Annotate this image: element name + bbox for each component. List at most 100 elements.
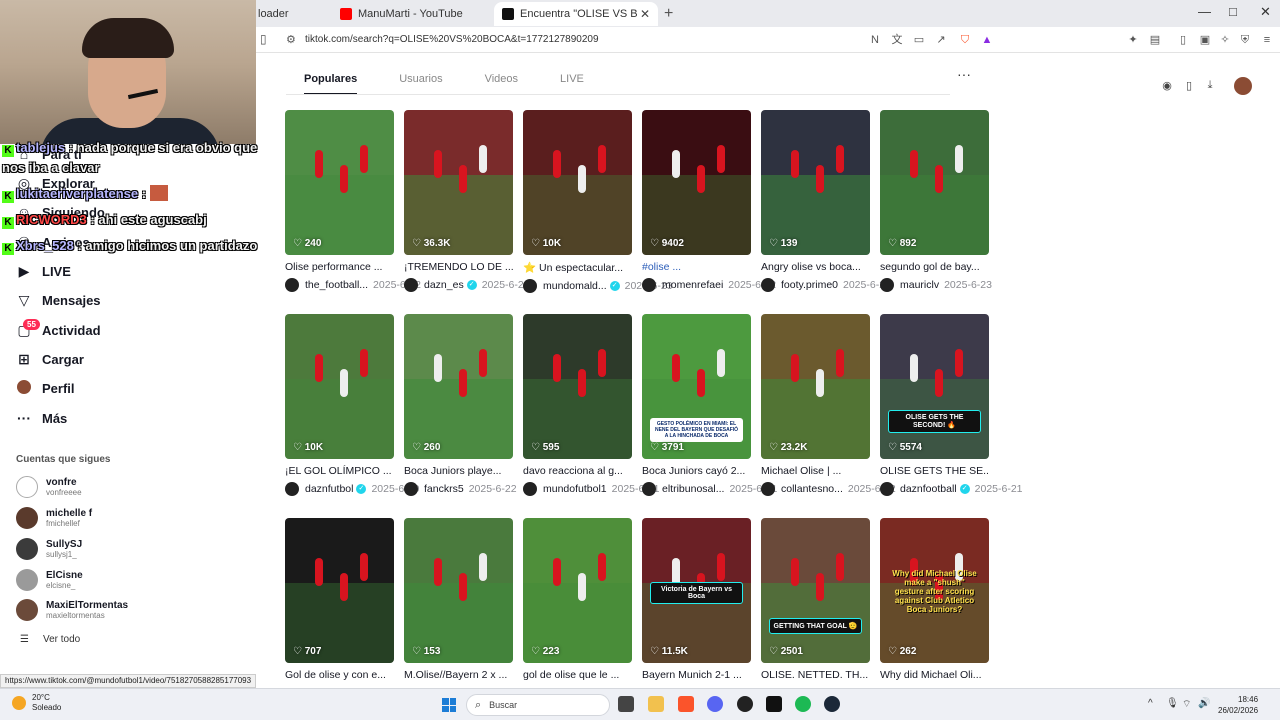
leo-ai-icon[interactable]: ✧ xyxy=(1218,33,1232,47)
user-avatar[interactable] xyxy=(1234,77,1252,95)
tab-populares[interactable]: Populares xyxy=(304,73,358,95)
video-description[interactable]: OLISE GETS THE SE... xyxy=(880,465,989,477)
cast-icon[interactable]: ▭ xyxy=(912,33,926,47)
browser-tab-tiktok[interactable]: Encuentra "OLISE VS BOCA" en T ✕ xyxy=(494,2,658,26)
video-card[interactable]: Why did Michael Olise make a "shush" ges… xyxy=(880,518,989,681)
video-description[interactable]: Angry olise vs boca... xyxy=(761,261,870,273)
volume-icon[interactable]: 🔊 xyxy=(1198,698,1210,709)
more-options-icon[interactable]: ··· xyxy=(957,66,971,82)
video-description[interactable]: OLISE. NETTED. TH... xyxy=(761,669,870,681)
video-card[interactable]: ♡ 892 segundo gol de bay... mauriclv 2025-6… xyxy=(880,110,992,292)
close-window-button[interactable]: ✕ xyxy=(1260,4,1271,20)
coins-icon[interactable]: ◉ xyxy=(1160,79,1174,93)
followed-account[interactable]: vonfre vonfreeee xyxy=(16,476,82,498)
video-thumbnail[interactable]: ♡ 707 xyxy=(285,518,394,663)
video-card[interactable]: ♡ 10K⭐ Un espectacular...mundomald...✓20… xyxy=(523,110,673,293)
video-card[interactable]: Victoria de Bayern vs Boca ♡ 11.5K Bayern … xyxy=(642,518,751,681)
video-description[interactable]: segundo gol de bay... xyxy=(880,261,989,273)
video-description[interactable]: Gol de olise y con e... xyxy=(285,669,394,681)
see-all-following[interactable]: ☰ Ver todo xyxy=(20,634,80,645)
video-thumbnail[interactable]: GETTING THAT GOAL 🫡 ♡ 2501 xyxy=(761,518,870,663)
weather-widget[interactable]: 20°C Soleado xyxy=(12,693,61,713)
tray-chevron-icon[interactable]: ^ xyxy=(1148,698,1153,709)
video-description[interactable]: gol de olise que le ... xyxy=(523,669,632,681)
video-card[interactable]: ♡ 240 Olise performance ... the_football..… xyxy=(285,110,421,292)
video-description[interactable]: Boca Juniors playe... xyxy=(404,465,513,477)
video-thumbnail[interactable]: ♡ 240 xyxy=(285,110,394,255)
video-card[interactable]: GESTO POLÉMICO EN MIAMI: EL NENE DEL BAY… xyxy=(642,314,777,496)
followed-account[interactable]: SullySJ sullysj1_ xyxy=(16,538,82,560)
video-card[interactable]: OLISE GETS THE SECOND! 🔥 ♡ 5574 OLISE GETS… xyxy=(880,314,1023,496)
video-thumbnail[interactable]: ♡ 9402 xyxy=(642,110,751,255)
tab-live[interactable]: LIVE xyxy=(560,73,584,95)
video-thumbnail[interactable]: ♡ 595 xyxy=(523,314,632,459)
video-description[interactable]: Olise performance ... xyxy=(285,261,394,273)
browser-tab[interactable]: loader xyxy=(250,2,330,26)
wallet-icon[interactable]: ▣ xyxy=(1198,33,1212,47)
video-card[interactable]: ♡ 10K ¡EL GOL OLÍMPICO ... daznfutbol ✓ 2025… xyxy=(285,314,419,496)
video-thumbnail[interactable]: GESTO POLÉMICO EN MIAMI: EL NENE DEL BAY… xyxy=(642,314,751,459)
video-card[interactable]: ♡ 139 Angry olise vs boca... footy.prime0 2… xyxy=(761,110,891,292)
spotify-icon[interactable] xyxy=(795,696,811,712)
sidebar-item-cargar[interactable]: ⊞ Cargar xyxy=(16,348,84,370)
video-card[interactable]: ♡ 23.2K Michael Olise | ... collantesno...… xyxy=(761,314,896,496)
tiktok-app-icon[interactable] xyxy=(766,696,782,712)
vpn-icon[interactable]: ⛨ xyxy=(1238,33,1252,47)
brave-shield-icon[interactable]: ⛉ xyxy=(958,33,972,47)
video-description[interactable]: davo reacciona al g... xyxy=(523,465,632,477)
share-icon[interactable]: ↗ xyxy=(934,33,948,47)
task-view-icon[interactable] xyxy=(618,696,634,712)
microphone-icon[interactable]: 🎙 xyxy=(1166,698,1179,709)
video-description[interactable]: ¡TREMENDO LO DE ... xyxy=(404,261,513,273)
url-field[interactable]: tiktok.com/search?q=OLISE%20VS%20BOCA&t=… xyxy=(305,34,599,45)
video-thumbnail[interactable]: Victoria de Bayern vs Boca ♡ 11.5K xyxy=(642,518,751,663)
wifi-icon[interactable]: ⌔ xyxy=(1182,698,1191,711)
video-description[interactable]: ⭐ Un espectacular... xyxy=(523,261,632,274)
brave-browser-icon[interactable] xyxy=(678,696,694,712)
sidebar-item-mensajes[interactable]: ▽ Mensajes xyxy=(16,289,101,311)
video-thumbnail[interactable]: ♡ 23.2K xyxy=(761,314,870,459)
bookmark-icon[interactable]: ▯ xyxy=(260,32,267,46)
maximize-button[interactable]: □ xyxy=(1229,4,1237,19)
windows-start-icon[interactable] xyxy=(442,698,456,712)
video-thumbnail[interactable]: ♡ 153 xyxy=(404,518,513,663)
obs-icon[interactable] xyxy=(737,696,753,712)
taskbar-search[interactable]: ⌕ Buscar xyxy=(466,694,610,716)
video-card[interactable]: ♡ 153 M.Olise//Bayern 2 x ... xyxy=(404,518,513,681)
browser-tab-youtube[interactable]: ManuMarti - YouTube xyxy=(332,2,492,26)
discord-icon[interactable] xyxy=(707,696,723,712)
video-card[interactable]: ♡ 9402 #olise ... momenrefaei 2025-6-22 xyxy=(642,110,776,292)
video-card[interactable]: ♡ 223 gol de olise que le ... xyxy=(523,518,632,681)
download-icon[interactable]: ⤓ xyxy=(1203,79,1217,93)
new-tab-button[interactable]: + xyxy=(664,5,673,23)
video-card[interactable]: GETTING THAT GOAL 🫡 ♡ 2501 OLISE. NETTED. … xyxy=(761,518,870,681)
video-thumbnail[interactable]: ♡ 10K xyxy=(523,110,632,255)
video-description[interactable]: Michael Olise | ... xyxy=(761,465,870,477)
rewards-icon[interactable]: ▲ xyxy=(980,33,994,47)
no-translate-icon[interactable]: N xyxy=(868,33,882,47)
menu-icon[interactable]: ≡ xyxy=(1260,33,1274,47)
tab-usuarios[interactable]: Usuarios xyxy=(399,73,442,95)
video-description[interactable]: M.Olise//Bayern 2 x ... xyxy=(404,669,513,681)
sidebar-item-mas[interactable]: ··· Más xyxy=(16,407,67,429)
video-thumbnail[interactable]: ♡ 260 xyxy=(404,314,513,459)
video-description[interactable]: Bayern Munich 2-1 ... xyxy=(642,669,751,681)
video-card[interactable]: ♡ 36.3K ¡TREMENDO LO DE ... dazn_es ✓ 2025-6… xyxy=(404,110,530,292)
sidebar-item-perfil[interactable]: Perfil xyxy=(16,377,75,399)
video-thumbnail[interactable]: ♡ 36.3K xyxy=(404,110,513,255)
video-thumbnail[interactable]: OLISE GETS THE SECOND! 🔥 ♡ 5574 xyxy=(880,314,989,459)
video-author[interactable]: daznfootball ✓ 2025-6-21 xyxy=(880,482,1040,496)
translate-icon[interactable]: 文 xyxy=(890,33,904,47)
sidebar-toggle-icon[interactable]: ▯ xyxy=(1176,33,1190,47)
video-description[interactable]: Why did Michael Oli... xyxy=(880,669,989,681)
extensions-icon[interactable]: ✦ xyxy=(1126,33,1140,47)
video-thumbnail[interactable]: ♡ 223 xyxy=(523,518,632,663)
video-card[interactable]: ♡ 595 davo reacciona al g... mundofutbol1 2… xyxy=(523,314,660,496)
video-author[interactable]: mauriclv 2025-6-23 xyxy=(880,278,1040,292)
system-clock[interactable]: 18:46 26/02/2026 xyxy=(1218,694,1258,716)
followed-account[interactable]: ElCisne elcisne_ xyxy=(16,569,83,591)
video-description[interactable]: #olise ... xyxy=(642,261,751,273)
video-card[interactable]: ♡ 707 Gol de olise y con e... xyxy=(285,518,394,681)
video-description[interactable]: Boca Juniors cayó 2... xyxy=(642,465,751,477)
site-info-icon[interactable]: ⚙ xyxy=(286,33,296,46)
